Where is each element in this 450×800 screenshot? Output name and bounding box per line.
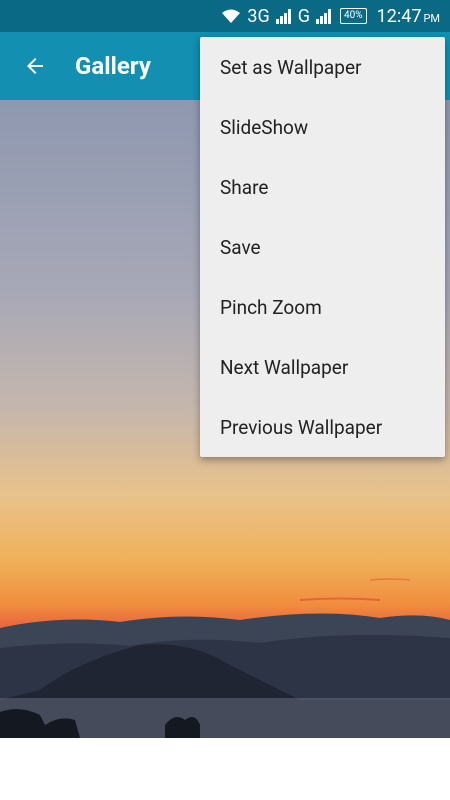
wifi-icon [221,8,241,24]
page-title: Gallery [75,52,151,80]
status-bar: 3G G 40% 12:47 PM [0,0,450,32]
signal-icon [275,8,292,24]
battery-icon: 40% [340,8,367,24]
menu-item-save[interactable]: Save [200,217,445,277]
menu-item-slideshow[interactable]: SlideShow [200,97,445,157]
clock: 12:47 PM [377,6,440,27]
menu-item-pinch-zoom[interactable]: Pinch Zoom [200,277,445,337]
menu-item-share[interactable]: Share [200,157,445,217]
clock-time: 12:47 [376,5,422,27]
back-button[interactable] [0,32,70,100]
overflow-menu: Set as Wallpaper SlideShow Share Save Pi… [200,37,445,457]
arrow-back-icon [27,58,43,74]
clock-ampm: PM [423,11,440,25]
menu-item-set-as-wallpaper[interactable]: Set as Wallpaper [200,37,445,97]
menu-item-previous-wallpaper[interactable]: Previous Wallpaper [200,397,445,457]
network-type-label: 3G [247,5,270,27]
network-type-label: G [297,5,311,27]
menu-item-next-wallpaper[interactable]: Next Wallpaper [200,337,445,397]
signal-icon [316,8,332,24]
